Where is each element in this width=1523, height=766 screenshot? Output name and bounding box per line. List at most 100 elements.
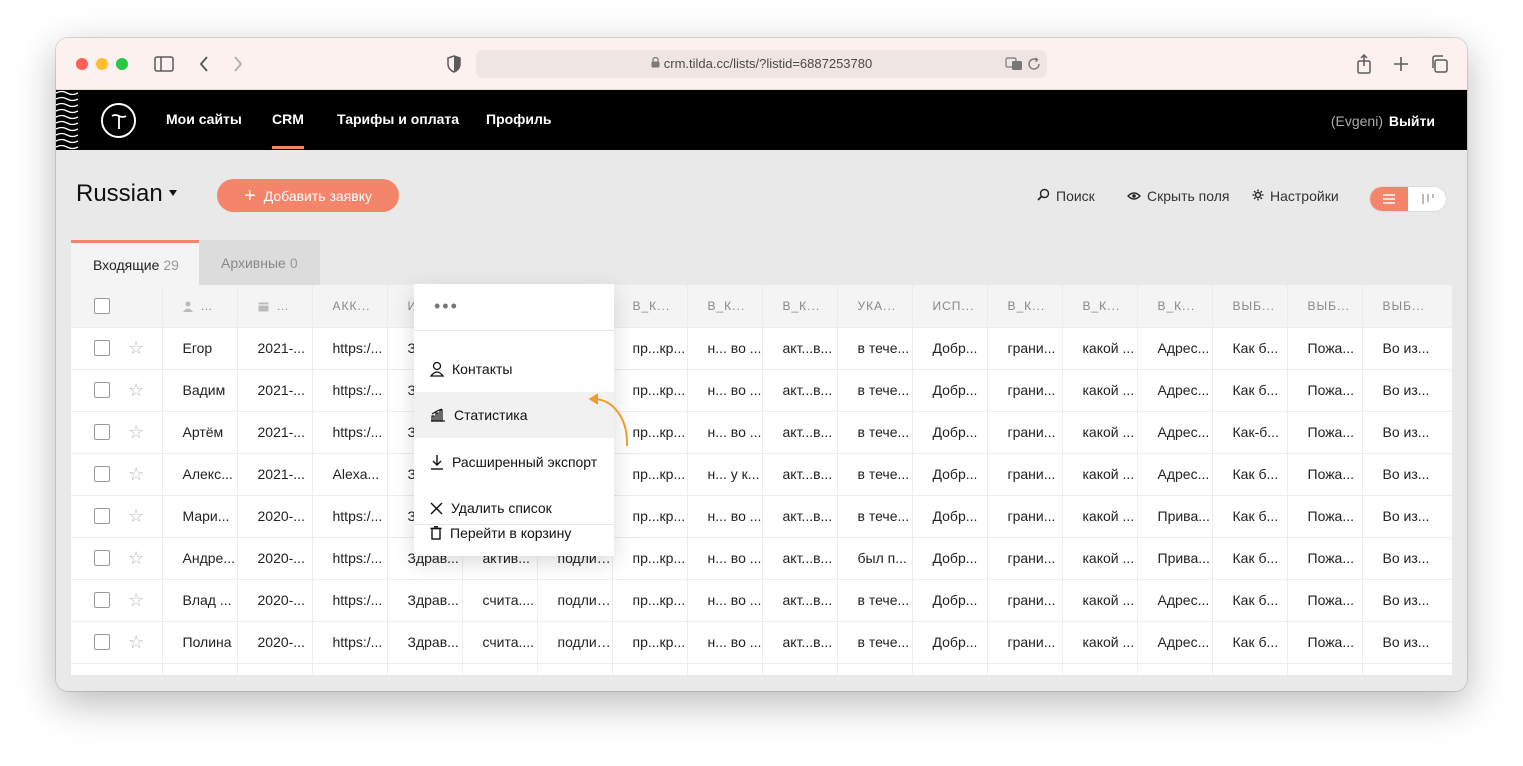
row-checkbox[interactable] (94, 382, 110, 398)
star-icon[interactable]: ☆ (128, 422, 144, 443)
menu-item-statistics[interactable]: Статистика (414, 392, 614, 438)
table-cell[interactable]: какой ... (1062, 495, 1138, 538)
table-cell[interactable]: какой ... (1062, 621, 1138, 664)
table-cell[interactable]: Добр... (912, 495, 988, 538)
table-cell[interactable]: Пожа... (1287, 495, 1363, 538)
table-cell[interactable]: Вадим (162, 369, 238, 412)
table-cell[interactable]: Добр... (912, 369, 988, 412)
nav-profile[interactable]: Профиль (486, 111, 552, 127)
caret-down-icon[interactable] (169, 190, 177, 196)
table-cell[interactable]: акт...в... (762, 537, 838, 580)
table-cell[interactable]: в тече... (837, 621, 913, 664)
row-checkbox[interactable] (94, 466, 110, 482)
table-cell[interactable]: Как б... (1212, 495, 1288, 538)
table-cell[interactable]: в тече... (837, 453, 913, 496)
table-cell[interactable]: Во из... (1362, 453, 1452, 496)
table-cell[interactable]: 2021-... (237, 327, 313, 370)
table-cell[interactable]: Прива... (1137, 495, 1213, 538)
table-row[interactable]: ☆ Артём 2021-... https:/... Зпр...кр... н... … (71, 411, 1452, 454)
table-row[interactable]: ☆ Вадим 2021-... https:/... Зпр...кр... н... … (71, 369, 1452, 412)
table-cell[interactable]: грани... (987, 537, 1063, 580)
table-cell[interactable]: Алекс... (162, 453, 238, 496)
table-cell[interactable]: н... во ... (687, 495, 763, 538)
column-header[interactable]: ВЫБ... (1287, 285, 1363, 328)
table-cell[interactable]: Во из... (1362, 327, 1452, 370)
table-cell[interactable]: Alexa... (312, 453, 388, 496)
table-cell[interactable]: какой ... (1062, 453, 1138, 496)
table-cell[interactable]: Адрес... (1137, 327, 1213, 370)
table-cell[interactable]: Пожа... (1287, 453, 1363, 496)
star-icon[interactable]: ☆ (128, 464, 144, 485)
table-cell[interactable]: Как б... (1212, 621, 1288, 664)
table-cell[interactable]: в тече... (837, 327, 913, 370)
table-cell[interactable]: Здрав... (387, 621, 463, 664)
table-cell[interactable]: Пожа... (1287, 327, 1363, 370)
table-cell[interactable]: в тече... (837, 369, 913, 412)
table-cell[interactable]: грани... (987, 453, 1063, 496)
table-cell[interactable]: Добр... (912, 621, 988, 664)
forward-icon[interactable] (226, 52, 250, 76)
table-row[interactable]: ☆ Егор 2021-... https:/... Зпр...кр... н... в… (71, 327, 1452, 370)
table-cell[interactable]: н... во ... (687, 411, 763, 454)
table-cell[interactable]: Прива... (1137, 537, 1213, 580)
close-window-button[interactable] (76, 58, 88, 70)
table-cell[interactable]: https:/... (312, 621, 388, 664)
zoom-window-button[interactable] (116, 58, 128, 70)
table-cell[interactable]: 2020-... (237, 495, 313, 538)
table-cell[interactable]: Как б... (1212, 579, 1288, 622)
table-cell[interactable]: Добр... (912, 537, 988, 580)
row-checkbox[interactable] (94, 634, 110, 650)
star-icon[interactable]: ☆ (128, 338, 144, 359)
table-cell[interactable]: в тече... (837, 579, 913, 622)
table-cell[interactable]: 2020-... (237, 537, 313, 580)
menu-item-export[interactable]: Расширенный экспорт (414, 439, 614, 485)
table-cell[interactable]: акт...в... (762, 579, 838, 622)
hide-fields-button[interactable]: Скрыть поля (1127, 188, 1230, 204)
table-cell[interactable]: н... у к... (687, 453, 763, 496)
table-cell[interactable]: акт...в... (762, 453, 838, 496)
table-cell[interactable]: акт...в... (762, 495, 838, 538)
table-cell[interactable]: грани... (987, 495, 1063, 538)
menu-item-contacts[interactable]: Контакты (414, 346, 614, 392)
table-cell[interactable]: https:/... (312, 495, 388, 538)
table-cell[interactable]: Как б... (1212, 369, 1288, 412)
table-cell[interactable]: пр...кр... (612, 537, 688, 580)
table-row[interactable]: ☆ Андре... 2020-... https:/... Здрав... актив… (71, 537, 1452, 580)
minimize-window-button[interactable] (96, 58, 108, 70)
table-cell[interactable]: Пожа... (1287, 621, 1363, 664)
table-cell[interactable]: Во из... (1362, 621, 1452, 664)
row-checkbox[interactable] (94, 592, 110, 608)
table-cell[interactable]: подли.... (537, 579, 613, 622)
column-header[interactable]: ИСП... (912, 285, 988, 328)
table-cell[interactable]: 2020-... (237, 579, 313, 622)
star-icon[interactable]: ☆ (128, 506, 144, 527)
table-cell[interactable]: грани... (987, 411, 1063, 454)
table-cell[interactable]: акт...в... (762, 369, 838, 412)
tilda-logo-icon[interactable] (101, 103, 136, 138)
tab-overview-icon[interactable] (1427, 52, 1451, 76)
table-cell[interactable]: грани... (987, 327, 1063, 370)
star-icon[interactable]: ☆ (128, 380, 144, 401)
table-cell[interactable]: Адрес... (1137, 621, 1213, 664)
table-cell[interactable]: пр...кр... (612, 453, 688, 496)
column-header[interactable]: В_К... (1137, 285, 1213, 328)
column-header[interactable]: ВЫБ... (1362, 285, 1452, 328)
address-bar[interactable]: crm.tilda.cc/lists/?listid=6887253780 (476, 50, 1047, 78)
settings-button[interactable]: Настройки (1252, 188, 1339, 204)
new-tab-icon[interactable] (1389, 52, 1413, 76)
column-header-name[interactable]: … (162, 285, 238, 328)
table-cell[interactable]: н... во ... (687, 579, 763, 622)
table-cell[interactable]: акт...в... (762, 411, 838, 454)
table-row[interactable]: ☆Алекс...2021-...Alexa...Здрав...счита..… (71, 453, 1452, 496)
table-cell[interactable]: Адрес... (1137, 369, 1213, 412)
reload-icon[interactable] (1022, 52, 1046, 76)
table-cell[interactable]: Артём (162, 411, 238, 454)
table-cell[interactable]: https:/... (312, 411, 388, 454)
table-cell[interactable]: акт...в... (762, 621, 838, 664)
column-header-date[interactable]: … (237, 285, 313, 328)
table-cell[interactable]: Во из... (1362, 411, 1452, 454)
table-row[interactable]: ☆ Полина 2020-... https:/... Здрав... счита..… (71, 621, 1452, 664)
menu-dots-icon[interactable]: ••• (434, 296, 459, 317)
table-cell[interactable]: Адрес... (1137, 579, 1213, 622)
table-cell[interactable]: какой ... (1062, 411, 1138, 454)
